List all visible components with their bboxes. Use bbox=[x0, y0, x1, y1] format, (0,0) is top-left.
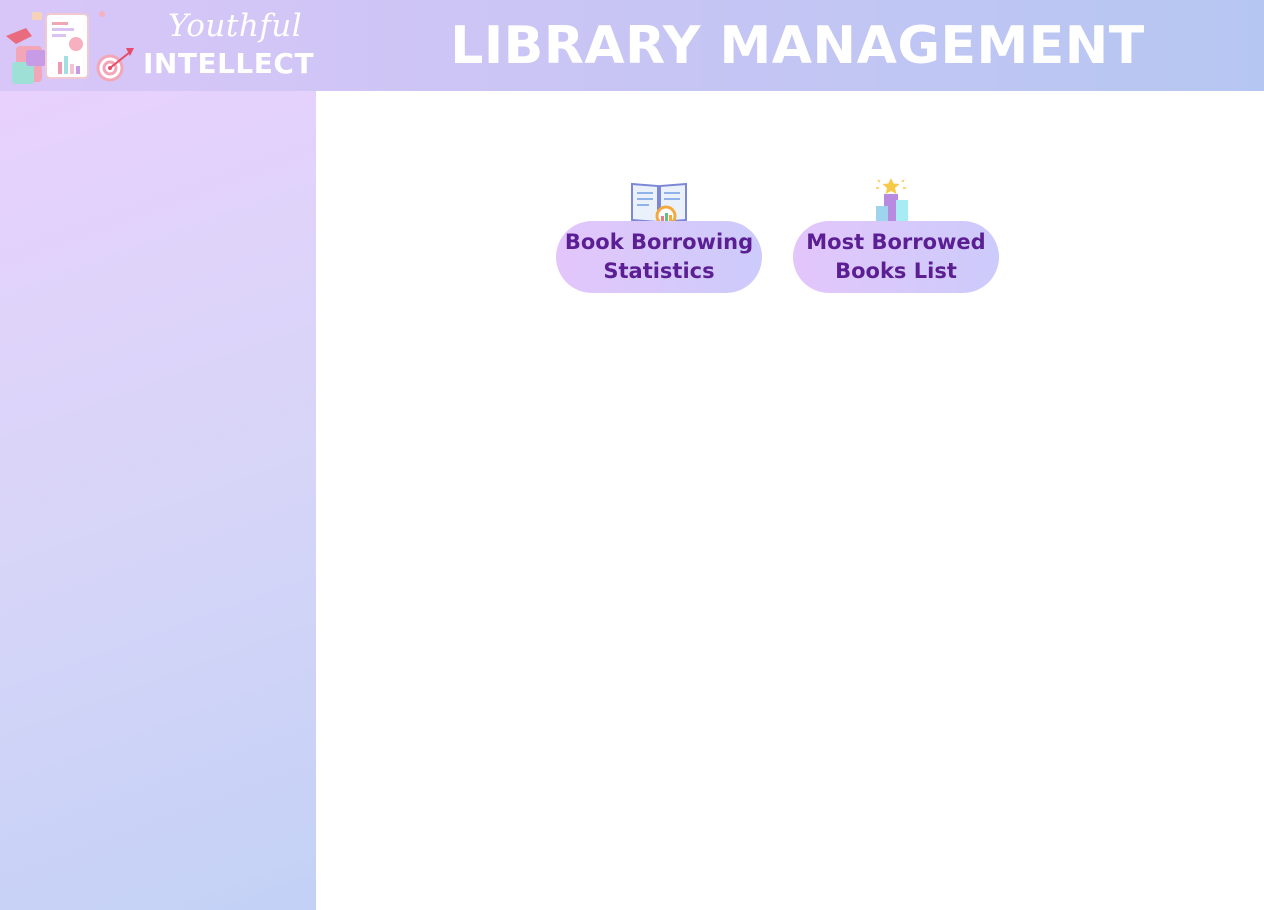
brand-logo[interactable]: Youthful INTELLECT bbox=[0, 0, 316, 91]
book-borrowing-statistics-button[interactable]: Book Borrowing Statistics bbox=[556, 221, 762, 293]
app-header: Youthful INTELLECT LIBRARY MANAGEMENT bbox=[0, 0, 1264, 91]
analytics-illustration-icon bbox=[6, 11, 134, 84]
most-borrowed-books-list-button[interactable]: Most Borrowed Books List bbox=[793, 221, 999, 293]
sidebar bbox=[0, 91, 316, 910]
most-borrowed-books-list-label: Most Borrowed Books List bbox=[806, 230, 986, 283]
brand-bold-text: INTELLECT bbox=[143, 47, 315, 80]
page-title-container: LIBRARY MANAGEMENT bbox=[316, 0, 1264, 91]
book-borrowing-statistics-label: Book Borrowing Statistics bbox=[564, 230, 754, 283]
page-title: LIBRARY MANAGEMENT bbox=[450, 15, 1145, 76]
brand-script-text: Youthful bbox=[168, 8, 303, 44]
